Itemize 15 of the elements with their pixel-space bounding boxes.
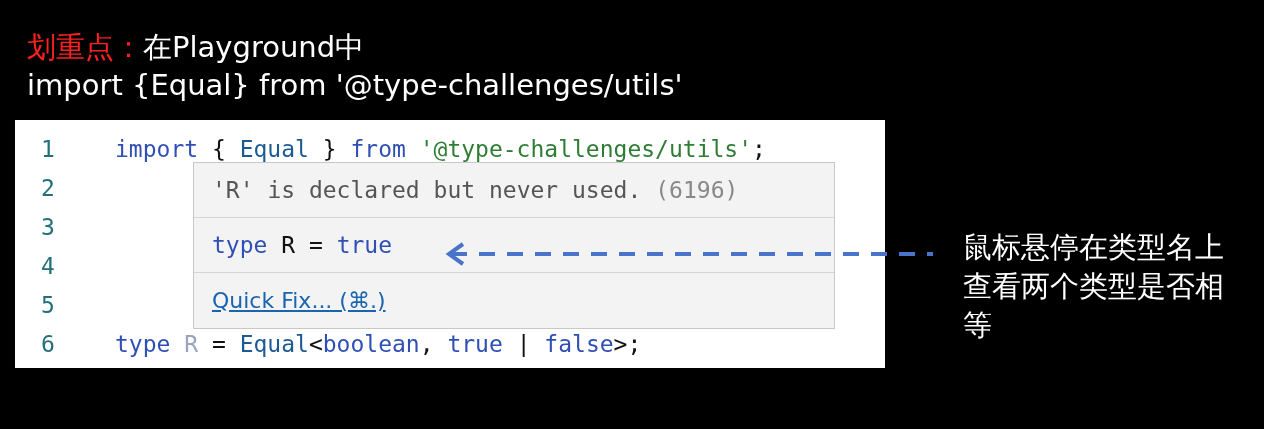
error-message: 'R' is declared but never used.: [212, 175, 642, 205]
line-number: 3: [41, 214, 55, 241]
line-number: 6: [41, 331, 55, 358]
slide-subtitle: import {Equal} from '@type-challenges/utils': [26, 67, 684, 104]
line-number: 2: [41, 175, 55, 202]
type-signature: type R = true: [212, 230, 393, 260]
error-code: (6196): [655, 175, 739, 205]
code-line: import { Equal } from '@type-challenges/utils';: [115, 135, 766, 165]
line-number: 5: [41, 292, 55, 319]
annotation-text: 鼠标悬停在类型名上查看两个类型是否相等: [963, 229, 1225, 344]
line-number: 1: [41, 136, 55, 163]
code-line: type R = Equal<boolean, true | false>;: [115, 330, 642, 360]
quick-fix-link[interactable]: Quick Fix... (⌘.): [212, 284, 386, 317]
slide-title: 划重点：在Playground中: [26, 29, 366, 66]
line-number: 4: [41, 253, 55, 280]
